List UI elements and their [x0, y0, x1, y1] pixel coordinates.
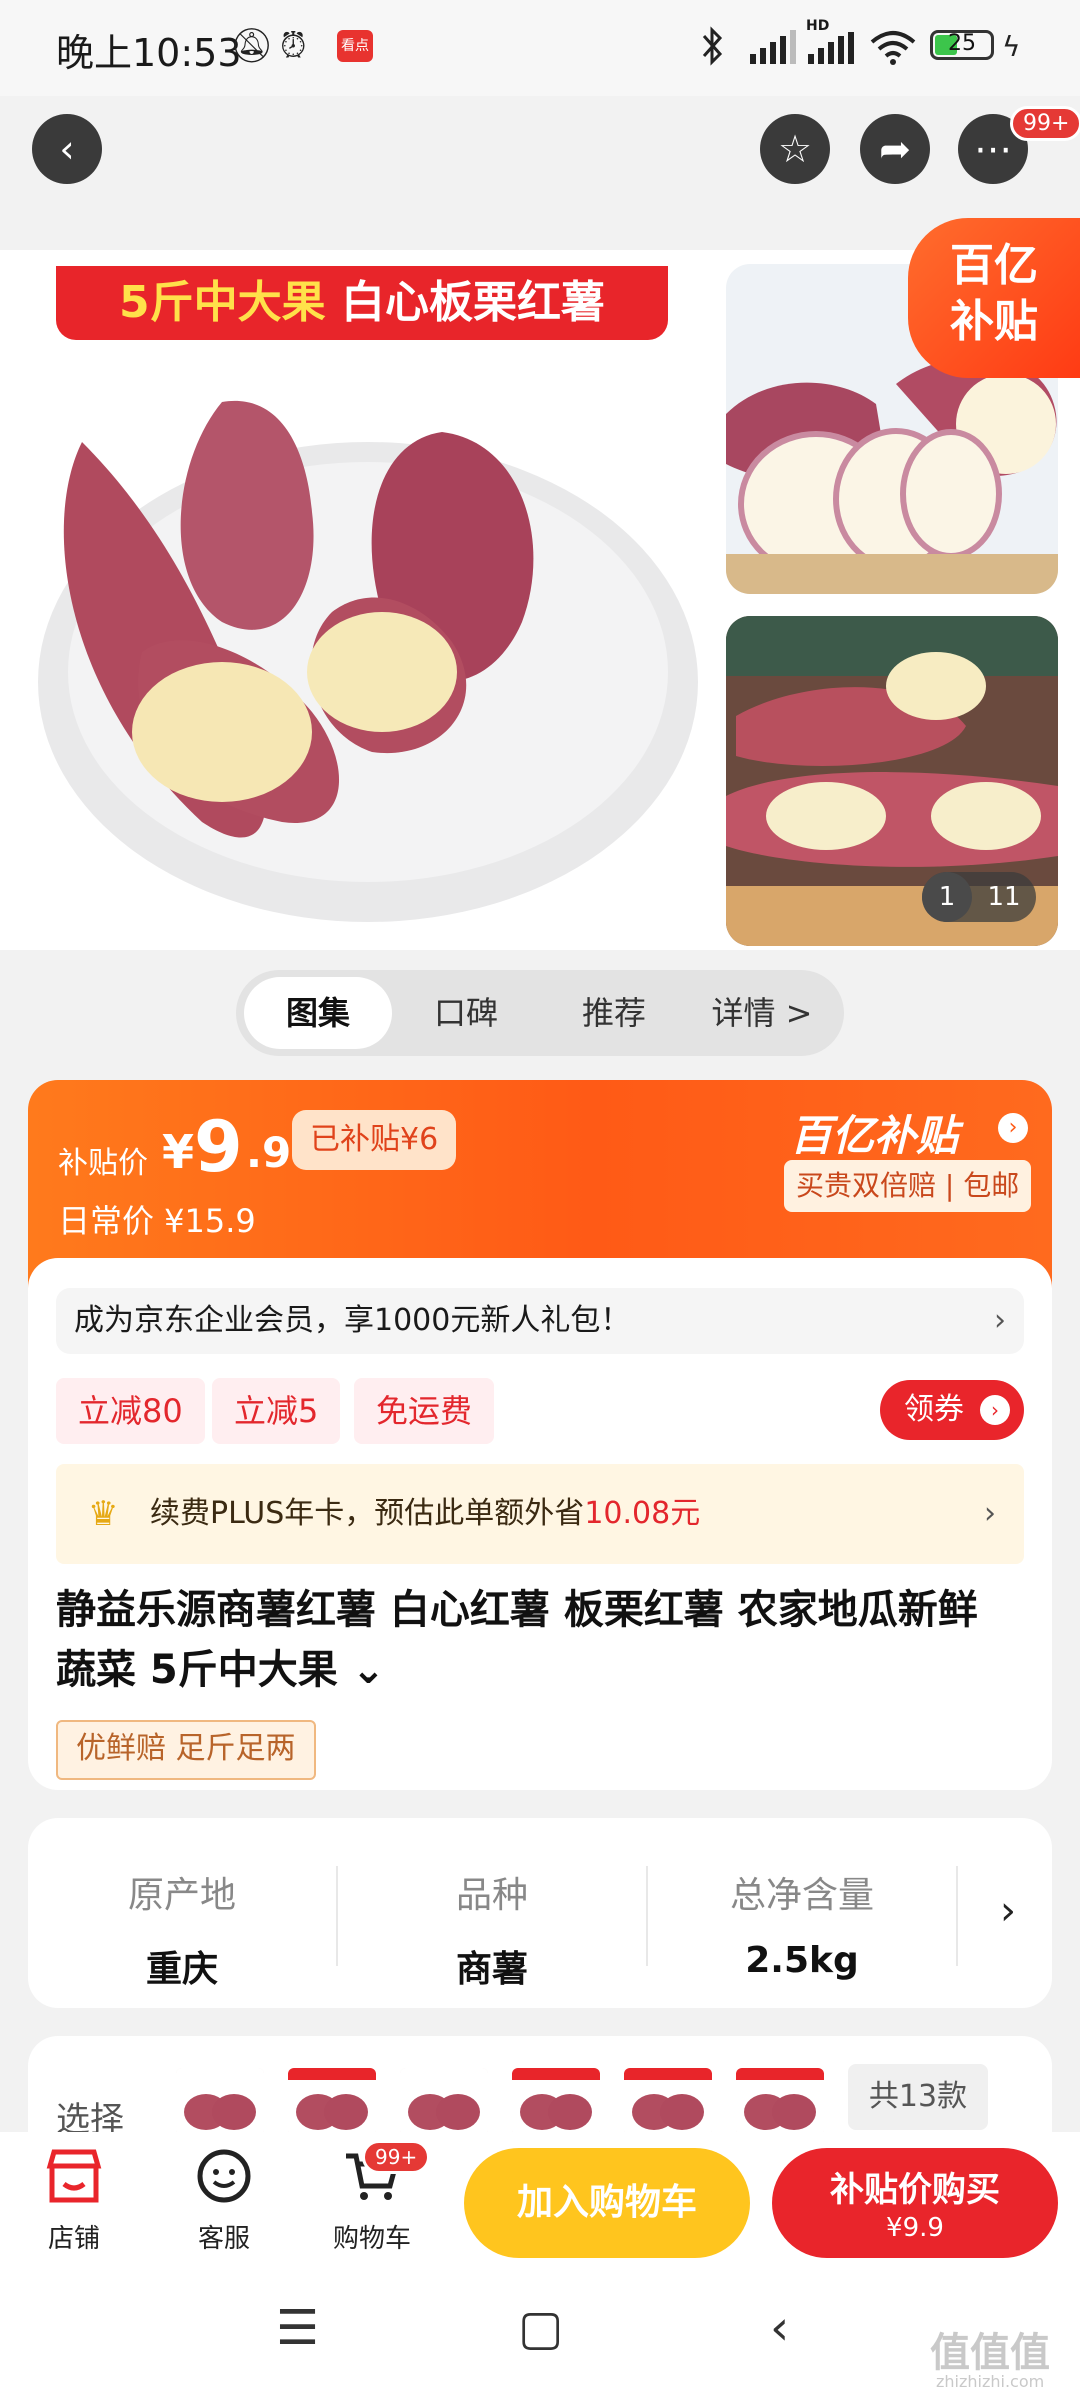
- coupon-tag[interactable]: 立减80: [56, 1378, 205, 1444]
- variant-thumbnail[interactable]: [400, 2068, 488, 2136]
- subsidy-price-label: 补贴价: [58, 1146, 148, 1181]
- price-integer: 9: [194, 1106, 243, 1188]
- crown-icon: ♛: [88, 1494, 119, 1534]
- watermark: 值值值: [930, 2330, 1050, 2376]
- attributes-more-icon[interactable]: ›: [1000, 1888, 1016, 1934]
- news-app-icon: 看点: [337, 30, 373, 62]
- main-product-image[interactable]: [22, 262, 704, 946]
- bluetooth-icon: [700, 26, 726, 75]
- tab-gallery[interactable]: 图集: [244, 977, 392, 1049]
- service-tags[interactable]: 优鲜赔 足斤足两: [56, 1720, 316, 1780]
- attribute-origin: 原产地 重庆: [127, 1875, 236, 1990]
- plus-renewal-banner[interactable]: ♛ 续费PLUS年卡，预估此单额外省10.08元 ›: [56, 1464, 1024, 1564]
- share-arrow-icon: ➦: [879, 127, 911, 171]
- price-currency: ¥: [162, 1125, 195, 1179]
- subsidized-amount-badge: 已补贴¥6: [292, 1110, 457, 1170]
- add-to-cart-button[interactable]: 加入购物车: [464, 2148, 750, 2258]
- attribute-variety: 品种 商薯: [455, 1875, 528, 1990]
- gallery-counter: 1 11: [922, 872, 1036, 922]
- billion-subsidy-link[interactable]: 百亿补贴: [790, 1102, 958, 1163]
- service-smile-icon: [164, 2148, 284, 2212]
- signal-icon: [748, 30, 804, 70]
- menu-icon[interactable]: ☰: [276, 2300, 319, 2356]
- subsidy-guarantees: 买贵双倍赔 | 包邮: [784, 1160, 1032, 1212]
- variant-thumbnail[interactable]: [624, 2068, 712, 2136]
- plus-text: 续费PLUS年卡，预估此单额外省: [150, 1496, 585, 1531]
- daily-price: 日常价 ¥15.9: [58, 1202, 256, 1240]
- attribute-net-weight: 总净含量 2.5kg: [729, 1875, 874, 1981]
- chevron-left-icon: ‹: [59, 127, 75, 171]
- divider: [646, 1866, 648, 1966]
- charging-icon: ϟ: [1002, 30, 1021, 63]
- coupon-tag[interactable]: 免运费: [354, 1378, 495, 1444]
- status-time: 晚上10:53: [56, 31, 242, 75]
- banner-part1: 5斤中大果: [119, 277, 326, 328]
- tab-reviews[interactable]: 口碑: [392, 977, 540, 1049]
- chevron-right-icon: ›: [994, 1303, 1006, 1338]
- buy-now-button[interactable]: 补贴价购买 ¥9.9: [772, 2148, 1058, 2258]
- more-dots-icon: ⋯: [974, 127, 1012, 171]
- chevron-right-icon[interactable]: ›: [998, 1113, 1028, 1143]
- chevron-right-icon: ›: [980, 1395, 1010, 1425]
- product-title[interactable]: 静益乐源商薯红薯 白心红薯 板栗红薯 农家地瓜新鲜蔬菜 5斤中大果 ⌄: [56, 1580, 1016, 1700]
- divider: [336, 1866, 338, 1966]
- variant-thumbnail[interactable]: [736, 2068, 824, 2136]
- variant-thumbnail[interactable]: [512, 2068, 600, 2136]
- status-bar: 晚上10:53 🔕︎ ⏰︎ 看点 HD 25 ϟ: [0, 0, 1080, 96]
- chevron-right-icon: ›: [984, 1496, 996, 1531]
- share-button[interactable]: ➦: [860, 114, 930, 184]
- variant-count[interactable]: 共13款: [848, 2064, 988, 2130]
- store-icon: [14, 2148, 134, 2212]
- more-badge: 99+: [1010, 106, 1080, 141]
- banner-part2: 白心板栗红薯: [340, 277, 605, 328]
- back-button[interactable]: ‹: [32, 114, 102, 184]
- variant-thumbnail[interactable]: [288, 2068, 376, 2136]
- coupon-tag[interactable]: 立减5: [212, 1378, 341, 1444]
- member-text: 成为京东企业会员，享1000元新人礼包！: [74, 1303, 631, 1338]
- content-tabs: 图集 口碑 推荐 详情 >: [236, 970, 844, 1056]
- enterprise-member-banner[interactable]: 成为京东企业会员，享1000元新人礼包！ ›: [56, 1288, 1024, 1354]
- billion-subsidy-badge: 百亿 补贴: [908, 218, 1080, 378]
- shop-button[interactable]: 店铺: [14, 2148, 134, 2255]
- tab-recommend[interactable]: 推荐: [540, 977, 688, 1049]
- plus-savings: 10.08元: [584, 1496, 701, 1531]
- get-coupon-button[interactable]: 领券 ›: [880, 1380, 1024, 1440]
- signal-2-icon: [806, 32, 858, 70]
- back-triangle-icon[interactable]: ‹: [770, 2300, 789, 2356]
- mute-bell-icon: 🔕︎: [230, 26, 274, 66]
- cart-count-badge: 99+: [362, 2140, 431, 2174]
- wifi-icon: [868, 30, 918, 70]
- image-banner: 5斤中大果 白心板栗红薯: [56, 266, 668, 340]
- price-decimal: .9: [246, 1128, 292, 1177]
- star-icon: ☆: [777, 127, 813, 171]
- watermark-url: zhizhizhi.com: [936, 2372, 1045, 2391]
- variant-thumbnail[interactable]: [176, 2068, 264, 2136]
- tab-details[interactable]: 详情 >: [688, 977, 836, 1049]
- customer-service-button[interactable]: 客服: [164, 2148, 284, 2255]
- alarm-icon: ⏰︎: [280, 26, 307, 66]
- divider: [956, 1866, 958, 1966]
- favorite-button[interactable]: ☆: [760, 114, 830, 184]
- battery-indicator: 25: [930, 30, 994, 60]
- home-square-icon[interactable]: ▢: [518, 2300, 563, 2356]
